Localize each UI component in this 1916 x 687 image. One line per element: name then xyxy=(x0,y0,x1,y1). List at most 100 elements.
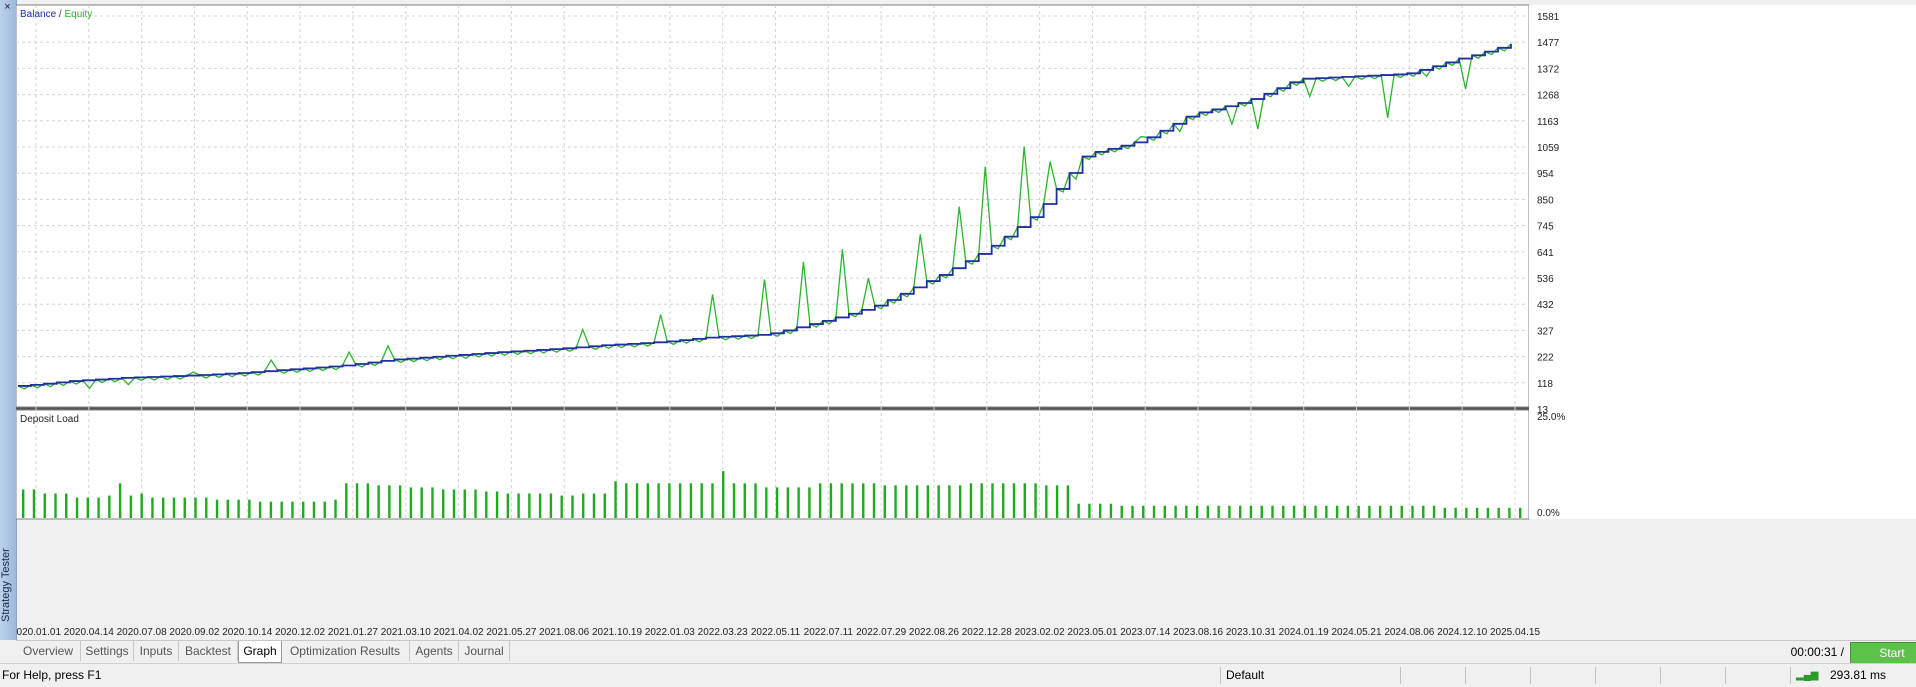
deposit-load-bar xyxy=(1012,483,1016,518)
deposit-load-bar xyxy=(269,501,273,518)
deposit-load-bar xyxy=(614,481,617,518)
deposit-load-bar xyxy=(1400,505,1403,518)
deposit-load-bar xyxy=(485,491,488,518)
deposit-load-bar xyxy=(818,483,822,518)
deposit-load-bar xyxy=(797,487,800,518)
deposit-load-bar xyxy=(883,485,886,518)
status-divider xyxy=(1660,667,1661,684)
status-divider xyxy=(1465,667,1466,684)
x-tick-label: 2023.08.16 xyxy=(1173,627,1223,638)
deposit-load-bar xyxy=(32,489,36,518)
deposit-load-bar xyxy=(388,485,391,518)
status-divider xyxy=(1400,667,1401,684)
status-divider xyxy=(1220,667,1221,684)
y-tick-label: 0.0% xyxy=(1537,508,1560,519)
deposit-load-title: Deposit Load xyxy=(20,414,79,425)
sidebar-title: Strategy Tester xyxy=(0,548,12,622)
y-tick-label: 1372 xyxy=(1537,64,1560,75)
deposit-load-bar xyxy=(549,493,553,518)
x-tick-label: 2025.04.15 xyxy=(1490,627,1540,638)
deposit-load-bar xyxy=(711,483,714,518)
deposit-load-bar xyxy=(1185,505,1188,518)
deposit-load-bar xyxy=(905,485,908,518)
deposit-load-bar xyxy=(1378,505,1382,518)
start-button[interactable]: Start xyxy=(1850,642,1916,664)
strategy-tester-sidebar: × Strategy Tester xyxy=(0,0,17,640)
deposit-load-bar xyxy=(1152,505,1156,518)
deposit-load-bar xyxy=(765,487,768,518)
tab-settings[interactable]: Settings xyxy=(81,641,134,661)
deposit-load-bar xyxy=(1088,503,1091,518)
deposit-load-bar xyxy=(1519,507,1522,518)
deposit-load-bar xyxy=(398,485,402,518)
deposit-load-bar xyxy=(1271,505,1274,518)
deposit-load-bar xyxy=(722,471,725,518)
x-tick-label: 2021.08.06 xyxy=(539,627,589,638)
x-tick-label: 2021.01.27 xyxy=(328,627,378,638)
deposit-load-bar xyxy=(732,483,736,518)
tab-inputs[interactable]: Inputs xyxy=(134,641,179,661)
x-tick-label: 2024.01.19 xyxy=(1279,627,1329,638)
tab-overview[interactable]: Overview xyxy=(16,641,81,661)
deposit-load-bar xyxy=(215,499,219,518)
deposit-load-bar xyxy=(786,487,790,518)
y-tick-label: 954 xyxy=(1537,169,1554,180)
deposit-load-bar xyxy=(409,487,413,518)
deposit-load-bar xyxy=(657,483,660,518)
tab-backtest[interactable]: Backtest xyxy=(179,641,238,661)
deposit-load-bar xyxy=(151,497,154,518)
deposit-load-bar xyxy=(366,483,370,518)
tab-optimization-results[interactable]: Optimization Results xyxy=(281,641,410,661)
deposit-load-bar xyxy=(743,483,746,518)
x-tick-label: 2021.10.19 xyxy=(592,627,642,638)
deposit-load-bar xyxy=(1195,505,1199,518)
signal-icon: ▂▄▆ xyxy=(1796,670,1819,681)
status-divider xyxy=(1790,667,1791,684)
deposit-load-bar xyxy=(1228,505,1231,518)
deposit-load-bar xyxy=(474,489,477,518)
deposit-load-bar xyxy=(1109,503,1113,518)
x-tick-label: 2023.05.01 xyxy=(1067,627,1117,638)
x-tick-label: 2024.05.21 xyxy=(1332,627,1382,638)
tab-journal[interactable]: Journal xyxy=(459,641,510,661)
y-axis-area xyxy=(1529,5,1916,519)
deposit-load-bar xyxy=(1002,483,1005,518)
y-tick-label: 327 xyxy=(1537,326,1554,337)
deposit-load-bar xyxy=(948,485,951,518)
x-tick-label: 2023.02.02 xyxy=(1015,627,1065,638)
deposit-load-bar xyxy=(54,493,57,518)
deposit-load-bar xyxy=(1023,483,1026,518)
y-tick-label: 1163 xyxy=(1537,117,1559,128)
x-tick-label: 2022.12.28 xyxy=(962,627,1012,638)
deposit-load-bar xyxy=(1422,505,1425,518)
x-tick-label: 2023.10.31 xyxy=(1226,627,1276,638)
chart-legend: Balance / Equity xyxy=(20,9,92,20)
y-tick-label: 641 xyxy=(1537,248,1554,259)
deposit-load-bar xyxy=(592,493,596,518)
y-tick-label: 1477 xyxy=(1537,38,1560,49)
deposit-load-bar xyxy=(258,501,262,518)
deposit-load-bar xyxy=(689,483,693,518)
deposit-load-bar xyxy=(1163,505,1166,518)
deposit-load-bar xyxy=(43,493,46,518)
y-tick-label: 850 xyxy=(1537,195,1554,206)
deposit-load-bar xyxy=(1497,507,1500,518)
deposit-load-bar xyxy=(1282,505,1285,518)
deposit-load-bar xyxy=(1368,505,1371,518)
deposit-load-bar xyxy=(334,499,337,518)
x-tick-label: 2024.12.10 xyxy=(1437,627,1487,638)
tab-agents[interactable]: Agents xyxy=(410,641,459,661)
deposit-load-bar xyxy=(1303,505,1307,518)
graph-panel: 1581 1477 1372 1268 1163 1059 954 850 745 641 536 4… xyxy=(16,0,1916,640)
deposit-load-bar xyxy=(1454,507,1457,518)
deposit-load-bar xyxy=(894,485,897,518)
tab-graph[interactable]: Graph xyxy=(238,641,282,663)
help-text: For Help, press F1 xyxy=(2,668,102,682)
y-tick-label: 536 xyxy=(1537,274,1554,285)
deposit-load-bar xyxy=(280,501,283,518)
deposit-load-bar xyxy=(1066,485,1070,518)
close-icon[interactable]: × xyxy=(1,1,14,14)
deposit-load-bar xyxy=(872,483,876,518)
deposit-load-bar xyxy=(646,483,650,518)
deposit-load-bar xyxy=(345,483,348,518)
